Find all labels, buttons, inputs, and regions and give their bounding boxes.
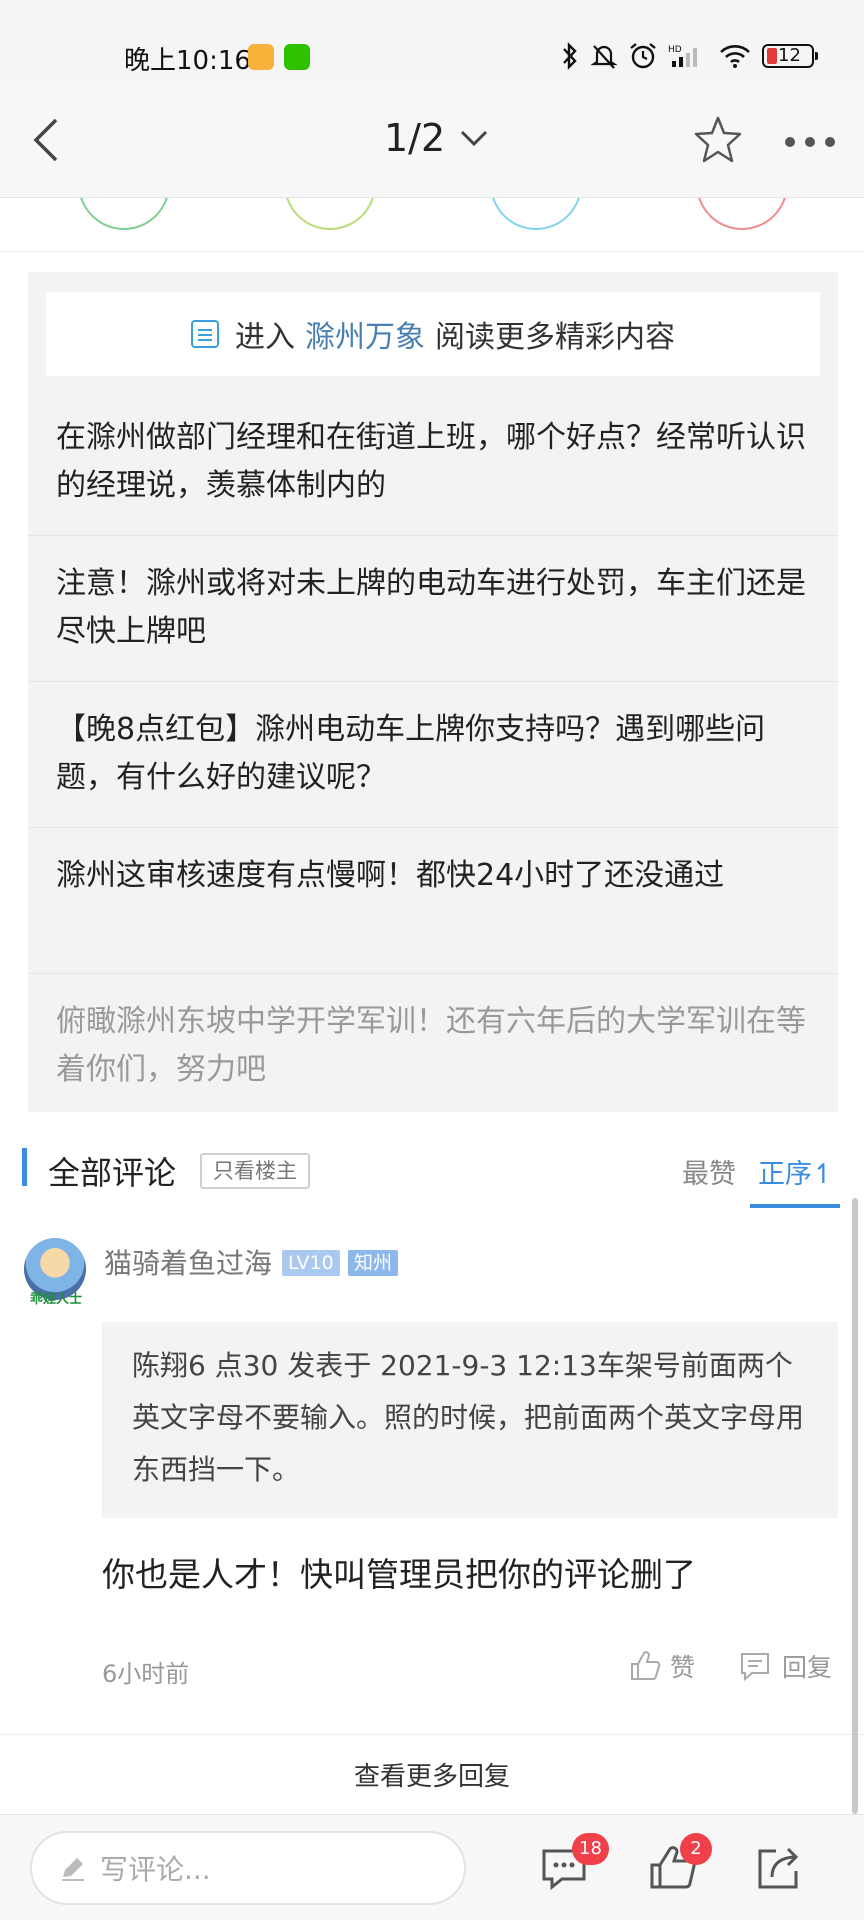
comment-time: 6小时前	[102, 1660, 190, 1688]
document-icon	[191, 320, 219, 348]
banner-suffix: 阅读更多精彩内容	[435, 320, 675, 355]
reaction-circle	[78, 198, 170, 230]
related-posts: 进入 滁州万象 阅读更多精彩内容 在滁州做部门经理和在街道上班，哪个好点？经常听…	[28, 272, 838, 1112]
pencil-icon	[62, 1858, 84, 1881]
page-indicator[interactable]: 1/2	[384, 116, 489, 160]
quoted-comment: 陈翔6 点30 发表于 2021-9-3 12:13车架号前面两个英文字母不要输…	[102, 1322, 838, 1518]
like-count-badge: 2	[680, 1833, 712, 1865]
comments-title: 全部评论	[48, 1154, 177, 1192]
wifi-icon	[720, 45, 750, 68]
star-icon[interactable]	[692, 114, 744, 166]
alarm-icon	[630, 43, 656, 69]
top-nav: 1/2	[0, 82, 864, 198]
battery-icon: 12	[762, 44, 818, 68]
battery-level: 12	[778, 45, 801, 66]
view-more-replies-button[interactable]: 查看更多回复	[0, 1756, 864, 1793]
comment-count-badge: 18	[572, 1833, 609, 1865]
bluetooth-icon	[563, 42, 577, 70]
enter-forum-banner[interactable]: 进入 滁州万象 阅读更多精彩内容	[46, 292, 820, 376]
related-item[interactable]: 【晚8点红包】滁州电动车上牌你支持吗？遇到哪些问题，有什么好的建议呢？	[28, 682, 838, 828]
status-time: 晚上10:16	[124, 46, 251, 76]
active-tab-underline	[750, 1204, 840, 1208]
scrollbar[interactable]	[852, 1198, 858, 1814]
hd-signal-icon: HD	[668, 45, 697, 67]
mute-icon	[590, 45, 618, 69]
related-item[interactable]: 在滁州做部门经理和在街道上班，哪个好点？经常听认识的经理说，羡慕体制内的	[28, 390, 838, 536]
wechat-icon	[284, 44, 310, 70]
chevron-down-icon	[461, 130, 488, 147]
rank-badge: 知州	[348, 1250, 399, 1276]
page-indicator-label: 1/2	[384, 116, 446, 160]
divider	[0, 1734, 864, 1735]
reaction-row-partial	[0, 198, 864, 252]
comments-header: 全部评论 只看楼主 最赞 正序↿	[0, 1128, 864, 1208]
status-icons: HD 12	[560, 42, 818, 70]
reaction-circle	[696, 198, 788, 230]
comment-input[interactable]: 写评论...	[30, 1831, 466, 1905]
username[interactable]: 猫骑着鱼过海	[104, 1242, 272, 1282]
like-post-button[interactable]: 2	[646, 1833, 712, 1895]
reply-button[interactable]: 回复	[738, 1648, 832, 1684]
reaction-circle	[284, 198, 376, 230]
svg-text:HD: HD	[668, 45, 682, 55]
comment-icon	[741, 1653, 769, 1682]
share-icon	[758, 1847, 799, 1889]
thumbs-up-icon	[631, 1651, 661, 1680]
forum-link[interactable]: 滁州万象	[305, 312, 425, 356]
bottom-bar: 写评论... 18 2	[0, 1814, 864, 1920]
share-button[interactable]	[752, 1841, 806, 1895]
related-item[interactable]: 注意！滁州或将对未上牌的电动车进行处罚，车主们还是尽快上牌吧	[28, 536, 838, 682]
status-bar: 晚上10:16 HD 12	[0, 0, 864, 82]
sort-order-tab[interactable]: 正序↿	[758, 1152, 835, 1191]
like-label: 赞	[670, 1653, 696, 1682]
section-accent-bar	[22, 1148, 27, 1186]
op-only-button[interactable]: 只看楼主	[200, 1153, 310, 1189]
more-icon[interactable]	[780, 122, 840, 162]
alipay-icon	[248, 44, 274, 70]
like-button[interactable]: 赞	[628, 1648, 695, 1684]
banner-prefix: 进入	[235, 320, 295, 355]
comments-button[interactable]: 18	[538, 1833, 609, 1895]
comment-input-placeholder: 写评论...	[100, 1853, 211, 1886]
sort-best-tab[interactable]: 最赞	[682, 1152, 736, 1191]
avatar-caption: 乖娃人士	[30, 1292, 83, 1307]
level-badge: LV10	[282, 1250, 340, 1276]
related-item[interactable]: 滁州这审核速度有点慢啊！都快24小时了还没通过	[28, 828, 838, 974]
related-list: 在滁州做部门经理和在街道上班，哪个好点？经常听认识的经理说，羡慕体制内的 注意！…	[28, 390, 838, 1120]
comment-text: 你也是人才！快叫管理员把你的评论删了	[102, 1555, 696, 1594]
reply-label: 回复	[782, 1653, 833, 1682]
reaction-circle	[490, 198, 582, 230]
related-item[interactable]: 俯瞰滁州东坡中学开学军训！还有六年后的大学军训在等着你们，努力吧	[28, 974, 838, 1120]
back-arrow-icon[interactable]	[20, 112, 76, 168]
